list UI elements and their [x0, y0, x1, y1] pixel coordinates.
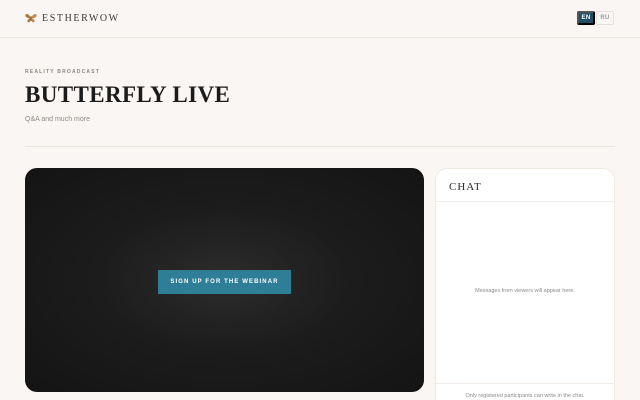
chat-empty-message: Messages from viewers will appear here. — [475, 288, 575, 294]
chat-registration-note: Only registered participants can write i… — [465, 393, 585, 399]
signup-webinar-button[interactable]: SIGN UP FOR THE WEBINAR — [158, 270, 291, 294]
language-ru-button[interactable]: RU — [596, 11, 614, 25]
chat-panel: CHAT Messages from viewers will appear h… — [435, 168, 615, 400]
chat-header-divider — [436, 201, 614, 202]
brand-name: ESTHERWOW — [42, 12, 120, 24]
section-divider — [25, 146, 615, 147]
page-subtitle: Q&A and much more — [25, 116, 90, 123]
site-header: ESTHERWOW EN RU — [0, 0, 640, 38]
chat-title: CHAT — [449, 181, 482, 193]
language-en-button[interactable]: EN — [577, 11, 595, 25]
section-eyebrow: REALITY BROADCAST — [25, 69, 101, 75]
butterfly-icon — [25, 13, 37, 23]
brand-logo[interactable]: ESTHERWOW — [25, 11, 120, 25]
page-title: BUTTERFLY LIVE — [25, 82, 231, 107]
chat-footer-divider — [436, 383, 614, 384]
